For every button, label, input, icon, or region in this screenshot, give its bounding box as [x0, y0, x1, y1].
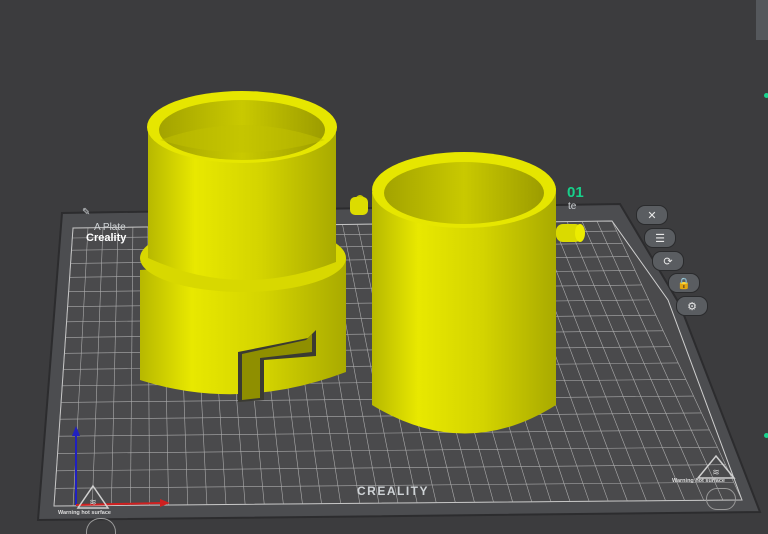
edge-indicator-bottom	[764, 433, 768, 438]
model-adapter-left[interactable]	[140, 91, 346, 402]
plate-tab-label-right[interactable]: te	[568, 201, 576, 212]
orient-button[interactable]: ⟳	[652, 251, 684, 271]
close-icon: ✕	[647, 209, 657, 222]
warning-label-left: Warning hot surface	[58, 510, 111, 516]
plate-edit-icon[interactable]: ✎	[82, 207, 90, 218]
plate-name: Creality	[86, 232, 127, 244]
hot-surface-icon-left: ≋	[76, 484, 110, 509]
gear-icon: ⚙	[687, 300, 697, 313]
right-panel-edge	[756, 0, 768, 40]
lock-plate-button[interactable]: 🔒	[668, 273, 700, 293]
arrange-button[interactable]: ☰	[644, 228, 676, 248]
orient-icon: ⟳	[663, 255, 673, 268]
list-icon: ☰	[655, 232, 665, 245]
edge-indicator-top	[764, 93, 768, 98]
fingerprint-icon-right	[706, 488, 736, 510]
hot-surface-icon-right: ≋	[696, 454, 736, 479]
close-plate-button[interactable]: ✕	[636, 205, 668, 225]
plate-number: 01	[567, 184, 584, 201]
model-sleeve-right[interactable]	[350, 152, 585, 434]
lock-icon: 🔒	[677, 277, 691, 290]
svg-text:≋: ≋	[712, 467, 720, 477]
brand-label: CREALITY	[357, 484, 429, 498]
plate-settings-button[interactable]: ⚙	[676, 296, 708, 316]
3d-viewport[interactable]: ✎ A Plate te Creality 01 CREALITY Warnin…	[0, 0, 768, 534]
svg-text:≋: ≋	[89, 497, 97, 507]
